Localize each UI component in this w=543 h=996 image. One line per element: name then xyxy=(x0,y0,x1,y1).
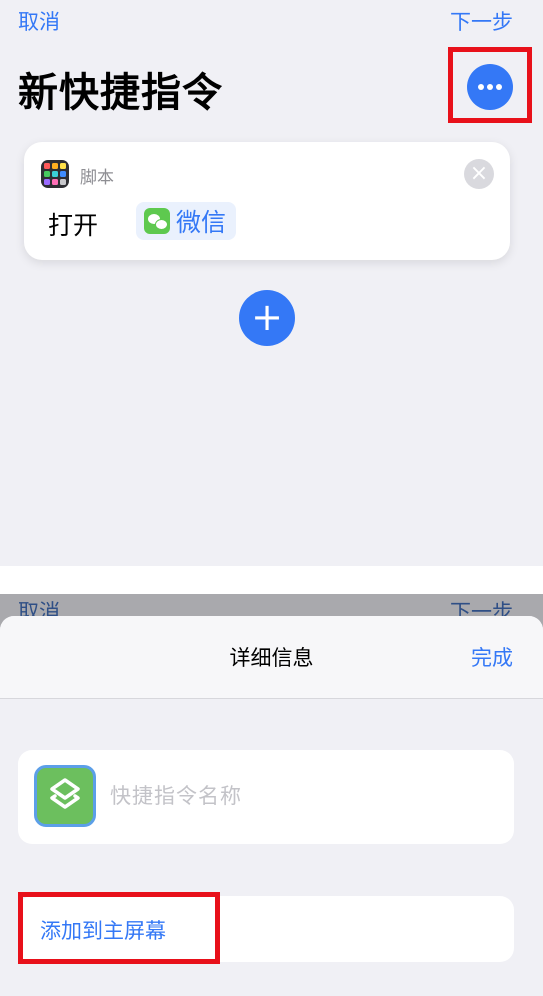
scripting-grid-icon xyxy=(41,160,69,188)
sheet-header: 详细信息 完成 xyxy=(0,616,543,699)
new-shortcut-editor: 取消 下一步 新快捷指令 脚本 × 打开 微信 + xyxy=(0,0,543,566)
plus-icon: + xyxy=(251,295,283,339)
details-sheet-overlay: 取消 下一步 详细信息 完成 快捷指令名称 添加到主屏幕 xyxy=(0,594,543,996)
cancel-button[interactable]: 取消 xyxy=(18,6,60,36)
close-circle-icon: × xyxy=(469,161,489,186)
open-app-action-card[interactable]: 脚本 × 打开 微信 xyxy=(24,142,510,260)
next-button[interactable]: 下一步 xyxy=(450,6,513,36)
sheet-title: 详细信息 xyxy=(229,646,314,670)
shortcuts-layers-icon[interactable] xyxy=(34,765,96,827)
app-parameter-chip[interactable]: 微信 xyxy=(136,202,237,240)
shortcut-name-card: 快捷指令名称 xyxy=(18,750,514,844)
done-button[interactable]: 完成 xyxy=(471,642,513,672)
page-title: 新快捷指令 xyxy=(18,70,223,116)
wechat-icon xyxy=(144,208,170,234)
highlight-more-options xyxy=(448,47,532,123)
highlight-add-to-home-screen xyxy=(18,892,220,964)
remove-action-button[interactable]: × xyxy=(464,159,494,189)
app-name: 微信 xyxy=(176,208,227,237)
add-action-button[interactable]: + xyxy=(239,290,295,346)
shortcut-name-input[interactable]: 快捷指令名称 xyxy=(110,780,242,810)
action-verb: 打开 xyxy=(48,211,99,240)
action-category-label: 脚本 xyxy=(80,168,114,188)
